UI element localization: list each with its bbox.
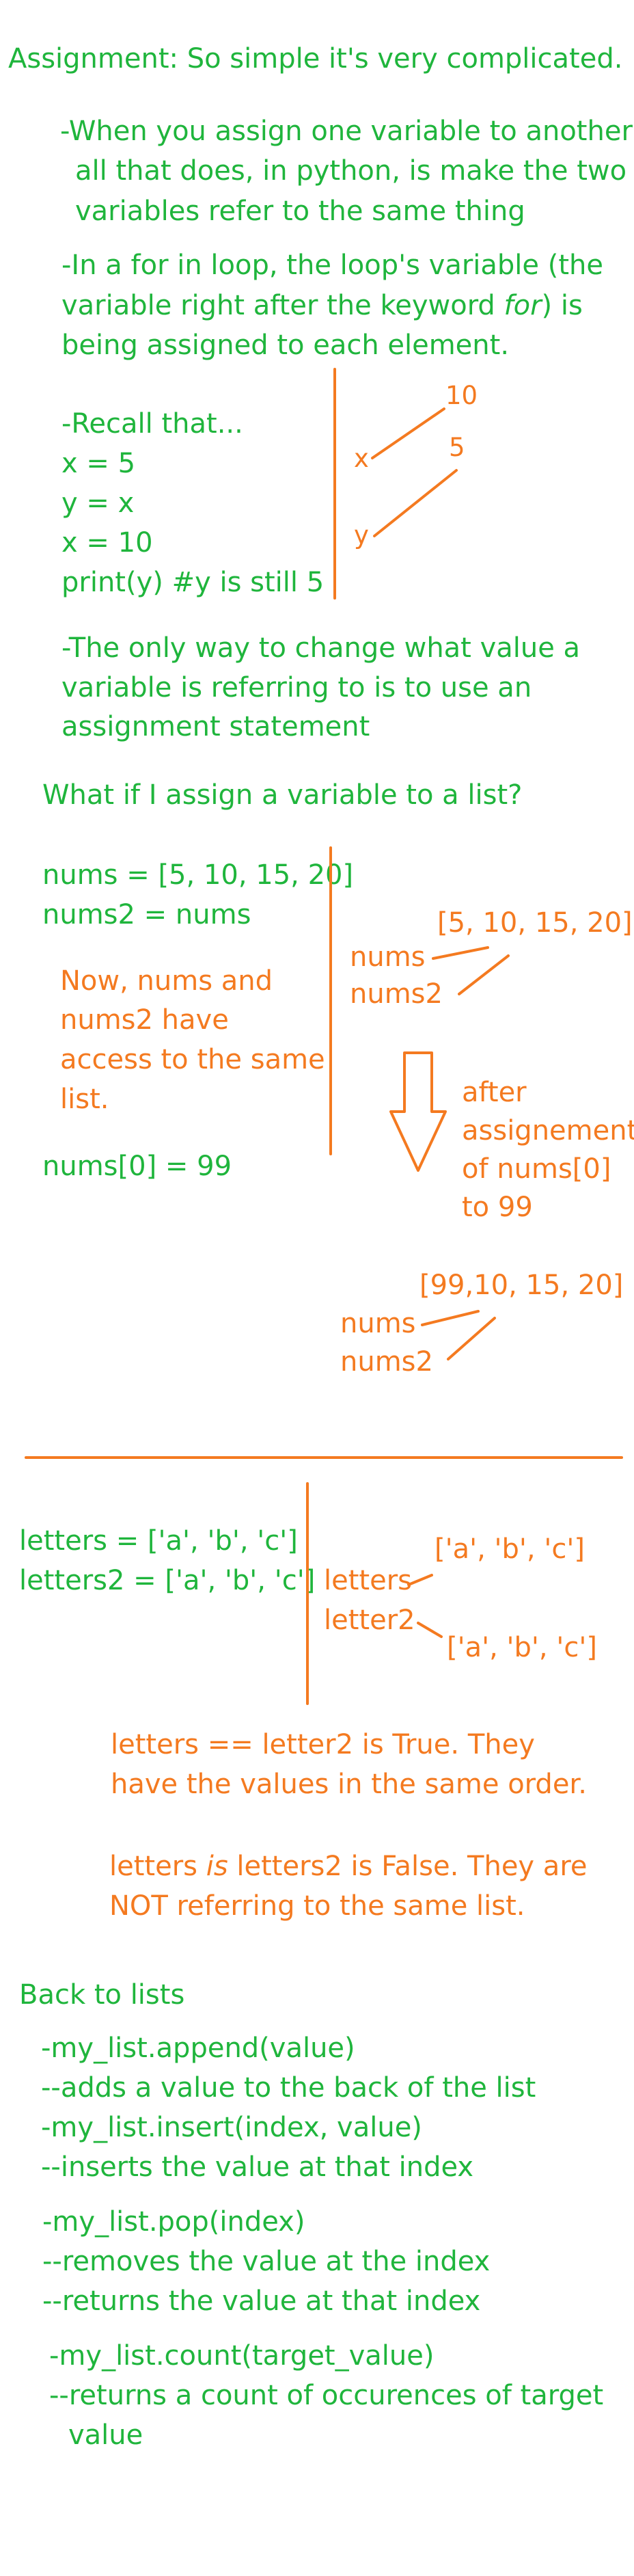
diagram1-pointer-y (373, 469, 458, 537)
diagram2-pointer-nums-after (421, 1310, 480, 1326)
diagram2-pointer-nums2-after (447, 1317, 496, 1360)
letters-pointer-top (407, 1574, 433, 1586)
sketch-lines (25, 368, 623, 1705)
letters-pointer-bottom (417, 1622, 443, 1638)
diagram1-pointer-x (371, 407, 445, 459)
down-arrow-icon (389, 1051, 447, 1172)
diagram2-pointer-nums2 (458, 954, 510, 995)
diagram2-pointer-nums (432, 946, 489, 960)
